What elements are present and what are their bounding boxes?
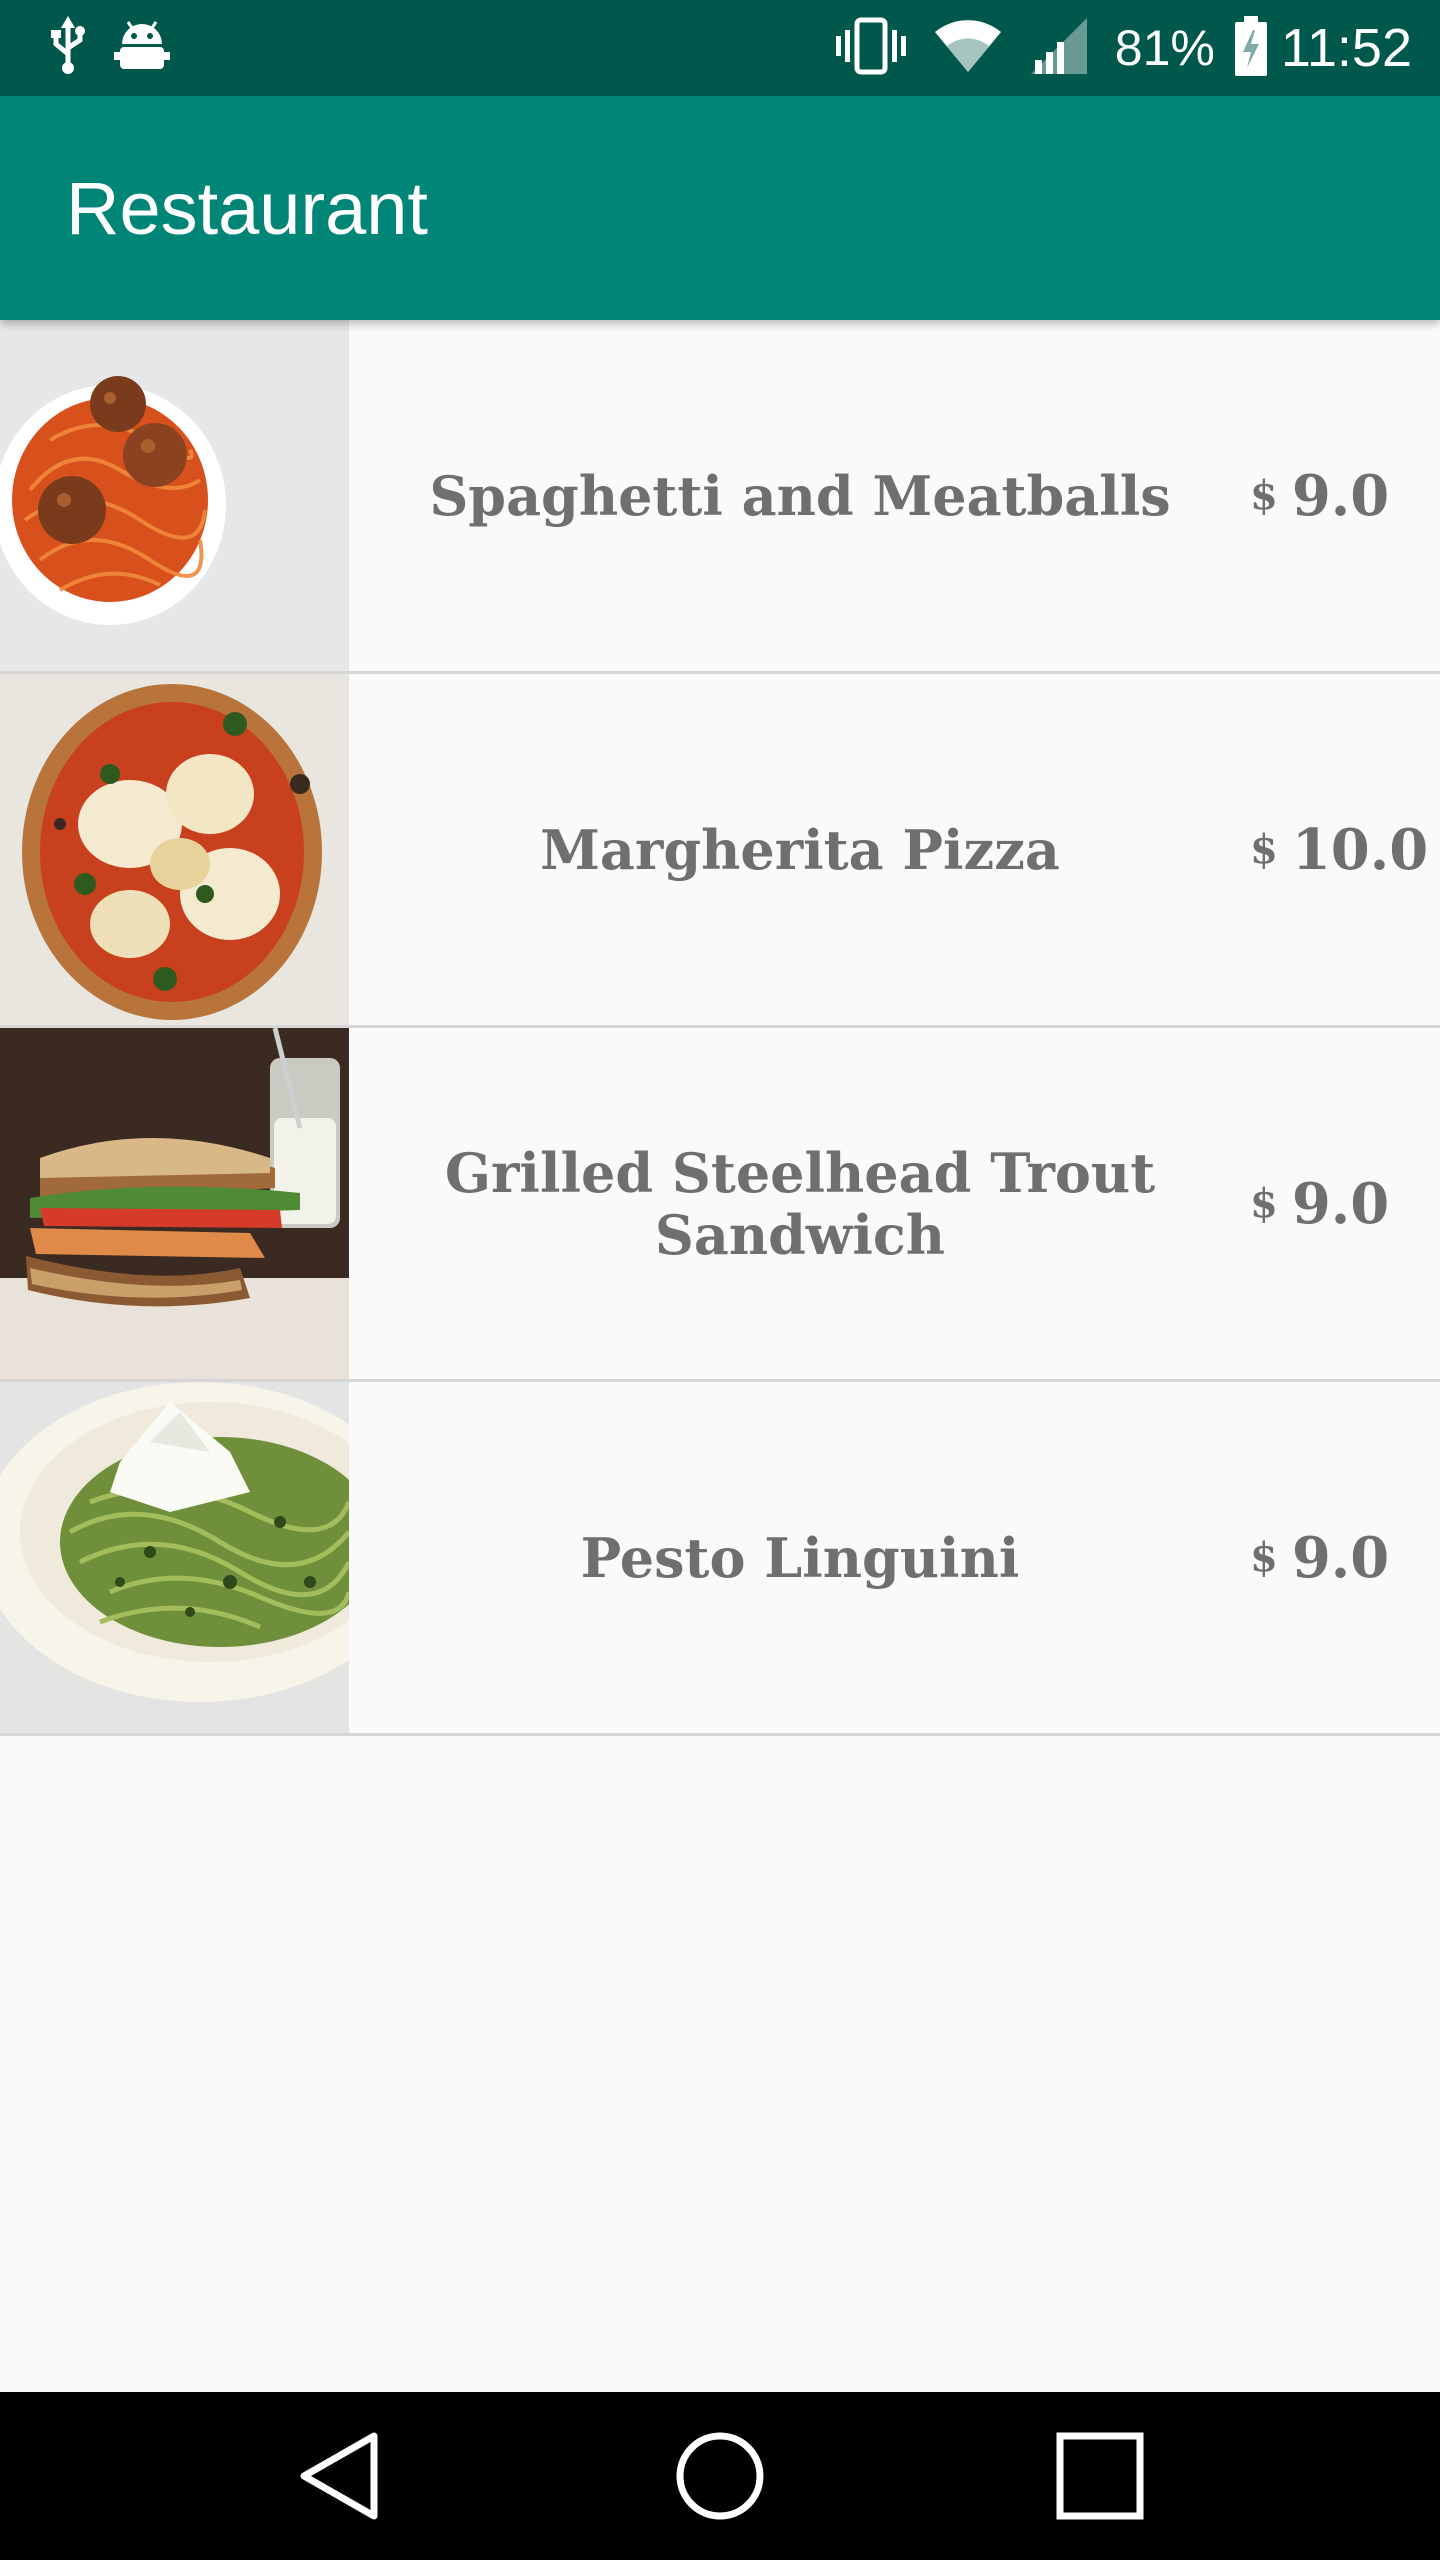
page-title: Restaurant [66,167,428,250]
spaghetti-meatballs-photo [0,320,349,671]
vibrate-icon [835,16,907,81]
list-item[interactable]: Grilled Steelhead Trout Sandwich $ 9.0 [0,1028,1440,1382]
wifi-icon [933,18,1003,79]
back-icon[interactable] [292,2428,388,2524]
signal-icon [1029,16,1089,81]
battery-percentage: 81% [1114,20,1215,76]
status-bar: 81% 11:52 [0,0,1440,96]
list-item[interactable]: Margherita Pizza $ 10.0 [0,674,1440,1028]
price-value: 9.0 [1291,462,1390,529]
usb-icon [48,15,88,81]
price-value: 10.0 [1291,816,1429,883]
trout-sandwich-photo [0,1028,349,1379]
item-price: $ 9.0 [1250,1382,1389,1733]
price-value: 9.0 [1291,1524,1390,1591]
item-price: $ 9.0 [1250,1028,1389,1379]
home-icon[interactable] [672,2428,768,2524]
currency-symbol: $ [1250,1180,1278,1227]
item-name: Pesto Linguini [580,1525,1020,1590]
navigation-bar [0,2392,1440,2560]
list-item[interactable]: Pesto Linguini $ 9.0 [0,1382,1440,1736]
clock: 11:52 [1280,18,1412,78]
pesto-linguini-photo [0,1382,349,1733]
item-price: $ 9.0 [1250,320,1389,671]
menu-list: Spaghetti and Meatballs $ 9.0 Margherita… [0,320,1440,1736]
item-name: Grilled Steelhead Trout Sandwich [444,1140,1156,1267]
item-name: Spaghetti and Meatballs [429,463,1171,528]
item-name: Margherita Pizza [540,817,1060,882]
margherita-pizza-photo [0,674,349,1025]
currency-symbol: $ [1250,1534,1278,1581]
recents-icon[interactable] [1052,2428,1148,2524]
item-price: $ 10.0 [1250,674,1428,1025]
android-debug-icon [114,16,170,81]
currency-symbol: $ [1250,826,1278,873]
app-bar: Restaurant [0,96,1440,320]
list-item[interactable]: Spaghetti and Meatballs $ 9.0 [0,320,1440,674]
currency-symbol: $ [1250,472,1278,519]
price-value: 9.0 [1291,1170,1390,1237]
battery-charging-icon [1233,15,1269,81]
